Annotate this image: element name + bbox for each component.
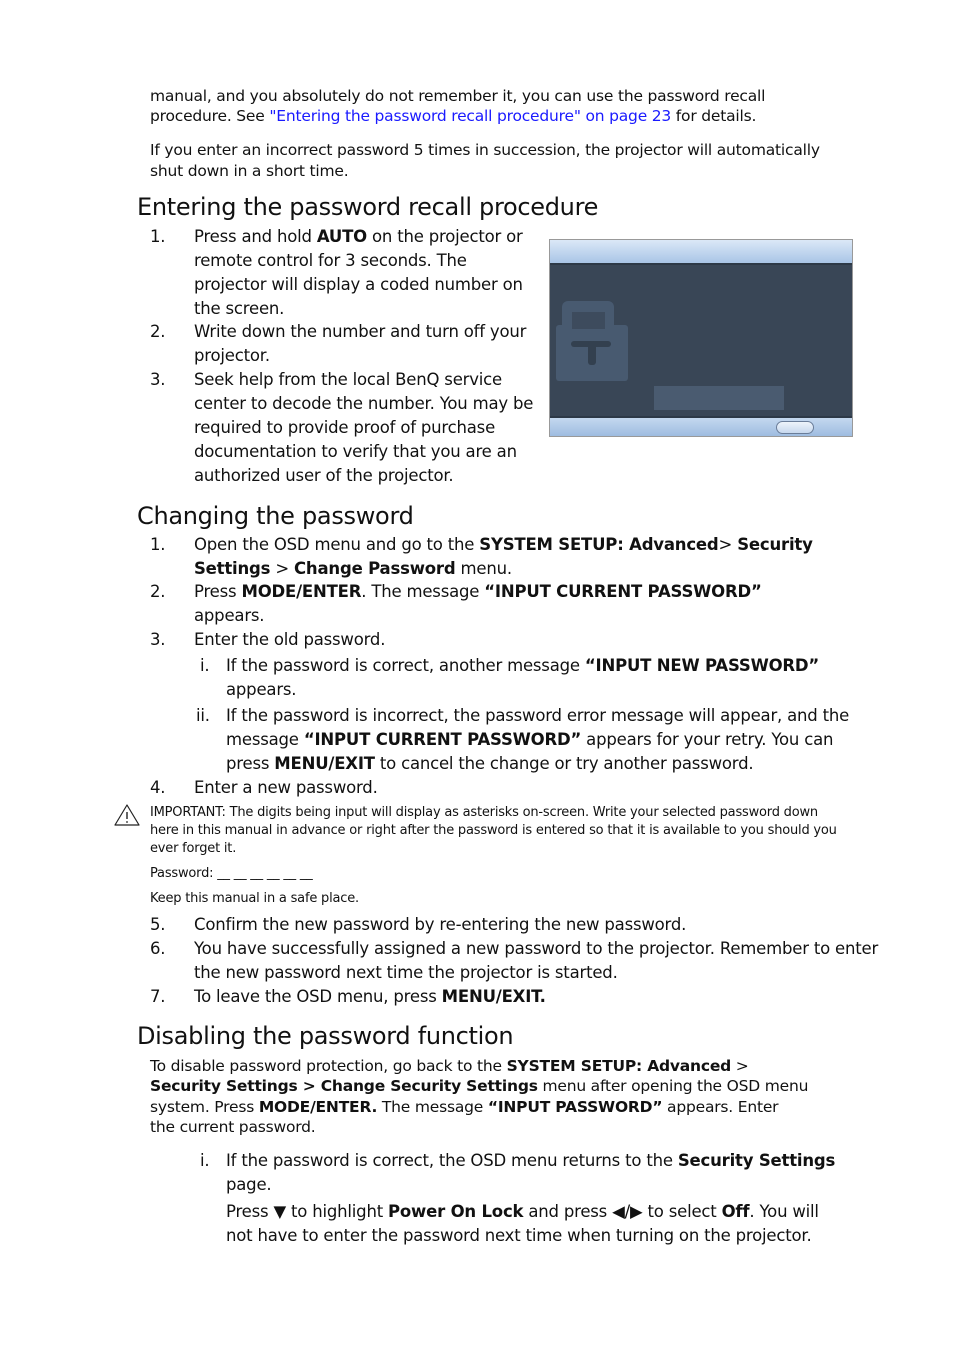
step-text: the screen. (194, 299, 285, 318)
intro-text: procedure. See (150, 107, 270, 125)
password-recall-osd-screenshot (549, 239, 853, 437)
step-text: appears. (194, 606, 265, 625)
step-number: 1. (150, 535, 166, 554)
step-text: Settings > Change Password menu. (194, 559, 512, 578)
intro-line-1: manual, and you absolutely do not rememb… (150, 87, 766, 105)
substep-text: appears. (226, 680, 297, 699)
important-note-line-2: here in this manual in advance or right … (150, 823, 837, 838)
intro-para2-line-2: shut down in a short time. (150, 162, 349, 180)
important-note-line-3: ever forget it. (150, 841, 237, 856)
keep-safe-note: Keep this manual in a safe place. (150, 891, 359, 906)
step-number: 7. (150, 987, 166, 1006)
step-text: You have successfully assigned a new pas… (194, 939, 879, 958)
recall-procedure-link[interactable]: "Entering the password recall procedure"… (269, 107, 671, 125)
substep-number: i. (200, 656, 210, 675)
substep-text: If the password is incorrect, the passwo… (226, 706, 850, 725)
left-right-arrow-icon: ◀/▶ (612, 1202, 643, 1221)
step-text: remote control for 3 seconds. The (194, 251, 467, 270)
heading-recall-procedure: Entering the password recall procedure (137, 193, 599, 221)
step-text: Press and hold AUTO on the projector or (194, 227, 523, 246)
step-number: 2. (150, 322, 166, 341)
step-text: Open the OSD menu and go to the SYSTEM S… (194, 535, 813, 554)
step-number: 6. (150, 939, 166, 958)
substep-number: ii. (196, 706, 210, 725)
osd-ok-button (776, 421, 814, 434)
step-text: documentation to verify that you are an (194, 442, 517, 461)
password-write-field: Password: __ __ __ __ __ __ (150, 866, 313, 881)
step-text: Press MODE/ENTER. The message “INPUT CUR… (194, 582, 762, 601)
heading-changing-password: Changing the password (137, 502, 414, 530)
important-note-line-1: IMPORTANT: The digits being input will d… (150, 805, 818, 820)
step-number: 3. (150, 370, 166, 389)
substep-number: i. (200, 1151, 210, 1170)
substep-text: page. (226, 1175, 272, 1194)
substep-text: press MENU/EXIT to cancel the change or … (226, 754, 754, 773)
substep-text: message “INPUT CURRENT PASSWORD” appears… (226, 730, 834, 749)
step-text: Enter the old password. (194, 630, 386, 649)
step-number: 4. (150, 778, 166, 797)
step-number: 1. (150, 227, 166, 246)
step-text: projector. (194, 346, 270, 365)
intro-line-2: procedure. See "Entering the password re… (150, 106, 756, 126)
disable-line-3: system. Press MODE/ENTER. The message “I… (150, 1098, 779, 1116)
intro-text: for details. (671, 107, 757, 125)
step-text: center to decode the number. You may be (194, 394, 534, 413)
step-text: Enter a new password. (194, 778, 378, 797)
step-text: Write down the number and turn off your (194, 322, 527, 341)
substep-text: not have to enter the password next time… (226, 1226, 812, 1245)
substep-text: Press ▼ to highlight Power On Lock and p… (226, 1202, 819, 1221)
step-text: To leave the OSD menu, press MENU/EXIT. (194, 987, 546, 1006)
disable-line-2: Security Settings > Change Security Sett… (150, 1077, 809, 1095)
step-text: required to provide proof of purchase (194, 418, 496, 437)
key-icon-stem (588, 341, 596, 365)
warning-icon (114, 804, 140, 826)
heading-disabling-password: Disabling the password function (137, 1022, 514, 1050)
step-number: 3. (150, 630, 166, 649)
substep-text: If the password is correct, the OSD menu… (226, 1151, 836, 1170)
step-text: the new password next time the projector… (194, 963, 618, 982)
osd-code-field (654, 386, 784, 410)
down-arrow-icon: ▼ (273, 1202, 286, 1221)
disable-line-1: To disable password protection, go back … (150, 1057, 749, 1075)
step-text: projector will display a coded number on (194, 275, 523, 294)
step-number: 5. (150, 915, 166, 934)
disable-line-4: the current password. (150, 1118, 316, 1136)
intro-para2-line-1: If you enter an incorrect password 5 tim… (150, 141, 820, 159)
step-text: authorized user of the projector. (194, 466, 454, 485)
osd-title-bar (550, 240, 852, 265)
substep-text: If the password is correct, another mess… (226, 656, 820, 675)
step-number: 2. (150, 582, 166, 601)
step-text: Seek help from the local BenQ service (194, 370, 503, 389)
lock-icon-window (572, 312, 605, 329)
step-text: Confirm the new password by re-entering … (194, 915, 687, 934)
